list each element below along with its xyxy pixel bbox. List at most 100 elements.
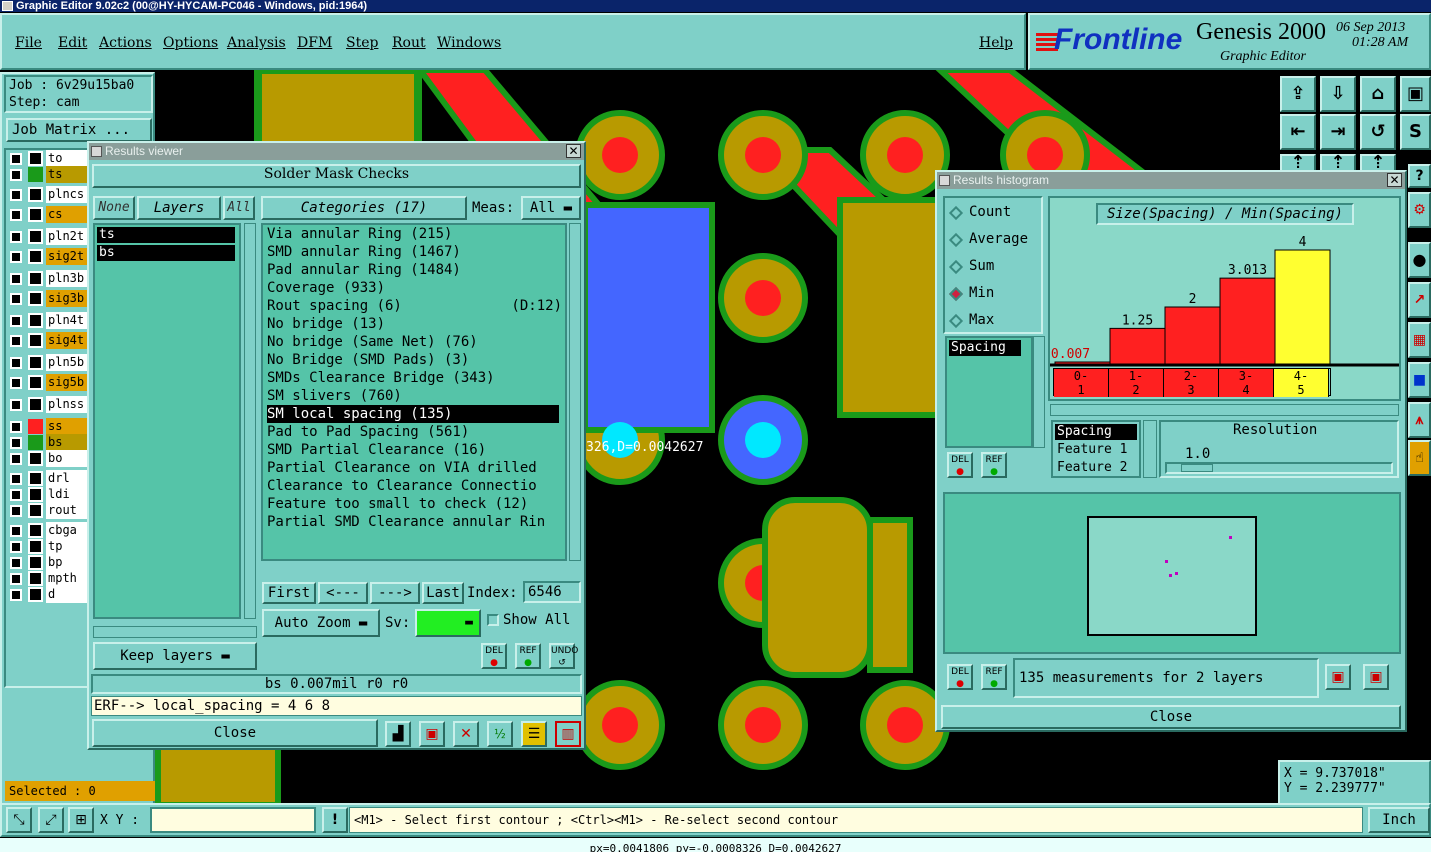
layer-swatch[interactable] <box>28 555 43 570</box>
layer-list-vscroll[interactable] <box>244 223 256 619</box>
hist-del-button-2[interactable]: DEL ● <box>947 664 973 690</box>
histogram-icon[interactable]: ▥ <box>555 721 581 747</box>
layer-checkbox[interactable] <box>10 541 22 553</box>
tool-measure-icon[interactable]: ⩚ <box>1408 402 1431 438</box>
category-list-vscroll[interactable] <box>569 223 581 561</box>
layer-swatch[interactable] <box>28 471 43 486</box>
layer-name[interactable]: bo <box>46 450 92 467</box>
layer-name[interactable]: rout <box>46 502 92 519</box>
layer-checkbox[interactable] <box>10 189 22 201</box>
layer-name[interactable]: sig3b <box>46 290 92 307</box>
layer-swatch[interactable] <box>28 229 43 244</box>
layer-swatch[interactable] <box>28 539 43 554</box>
xy-input[interactable] <box>150 807 316 833</box>
layer-list-hscroll[interactable] <box>93 626 257 638</box>
layer-swatch[interactable] <box>28 207 43 222</box>
keep-layers-dropdown[interactable]: Keep layers ▬ <box>93 642 257 670</box>
tool-help-icon[interactable]: ? <box>1408 164 1431 188</box>
close-icon[interactable]: ✕ <box>566 144 581 158</box>
layer-name[interactable]: pln4t <box>46 312 92 329</box>
layer-checkbox[interactable] <box>10 453 22 465</box>
layer-checkbox[interactable] <box>10 589 22 601</box>
window-icon[interactable] <box>2 1 13 11</box>
layer-name[interactable]: drl <box>46 470 92 487</box>
prev-button[interactable]: <--- <box>318 582 368 604</box>
layer-checkbox[interactable] <box>10 399 22 411</box>
menu-edit[interactable]: Edit <box>58 35 87 51</box>
category-item[interactable]: Coverage (933) <box>267 279 385 297</box>
layer-name[interactable]: mpth <box>46 570 92 587</box>
histogram-bar[interactable] <box>1109 327 1166 365</box>
layer-swatch[interactable] <box>28 271 43 286</box>
category-item[interactable]: Partial Clearance on VIA drilled <box>267 459 537 477</box>
layer-checkbox[interactable] <box>10 293 22 305</box>
layer-name[interactable]: d <box>46 586 92 603</box>
layer-swatch[interactable] <box>28 375 43 390</box>
auto-zoom-dropdown[interactable]: Auto Zoom ▬ <box>262 609 380 637</box>
del-button[interactable]: DEL ● <box>481 643 507 669</box>
layer-name[interactable]: sig5b <box>46 374 92 391</box>
index-field[interactable]: 6546 <box>523 581 581 603</box>
layer-name[interactable]: sig2t <box>46 248 92 265</box>
histogram-bin[interactable]: 1- 2 <box>1109 369 1164 397</box>
tool-grid-icon[interactable]: ▦ <box>1408 322 1431 358</box>
menu-options[interactable]: Options <box>163 35 218 51</box>
layer-checkbox[interactable] <box>10 525 22 537</box>
tool-dot-icon[interactable]: ● <box>1408 242 1431 278</box>
category-item[interactable]: SMDs Clearance Bridge (343) <box>267 369 495 387</box>
layer-swatch[interactable] <box>28 187 43 202</box>
close-icon[interactable]: ✕ <box>1387 173 1402 187</box>
category-item[interactable]: Rout spacing (6) (D:12) <box>267 297 562 315</box>
first-button[interactable]: First <box>262 582 316 604</box>
layer-swatch[interactable] <box>28 291 43 306</box>
chart-hscroll[interactable] <box>1050 404 1399 416</box>
menu-analysis[interactable]: Analysis <box>227 35 286 51</box>
feature-1[interactable]: Feature 1 <box>1055 442 1127 458</box>
category-item[interactable]: Via annular Ring (215) <box>267 225 452 243</box>
category-item[interactable]: Pad annular Ring (1484) <box>267 261 461 279</box>
layer-name[interactable]: plncs <box>46 186 92 203</box>
category-item[interactable]: No Bridge (SMD Pads) (3) <box>267 351 469 369</box>
tool-right-icon[interactable]: ⇥ <box>1320 114 1356 150</box>
layer-name[interactable]: to <box>46 150 92 167</box>
mode-count-radio[interactable] <box>948 205 964 221</box>
result-layer-ts[interactable]: ts <box>97 227 235 243</box>
tool-export-icon[interactable]: ⇪ <box>1280 76 1316 112</box>
category-item[interactable]: SM local spacing (135) <box>267 405 559 423</box>
layer-checkbox[interactable] <box>10 273 22 285</box>
layer-swatch[interactable] <box>28 419 43 434</box>
ref-button[interactable]: REF ● <box>515 643 541 669</box>
feature-spacing[interactable]: Spacing <box>1055 424 1137 440</box>
layer-swatch[interactable] <box>28 151 43 166</box>
layer-name[interactable]: bp <box>46 554 92 571</box>
layer-checkbox[interactable] <box>10 421 22 433</box>
layer-checkbox[interactable] <box>10 231 22 243</box>
tool-home-icon[interactable]: ⌂ <box>1360 76 1396 112</box>
histogram-bar[interactable] <box>1274 249 1331 365</box>
category-item[interactable]: SMD Partial Clearance (16) <box>267 441 486 459</box>
histogram-bar[interactable] <box>1219 277 1276 365</box>
layer-swatch[interactable] <box>28 487 43 502</box>
layer-name[interactable]: cbga <box>46 522 92 539</box>
results-close-button[interactable]: Close <box>92 719 378 747</box>
tool-import-icon[interactable]: ⇩ <box>1320 76 1356 112</box>
layer-name[interactable]: plnss <box>46 396 92 413</box>
layer-checkbox[interactable] <box>10 209 22 221</box>
ref-clear-icon[interactable]: ✕ <box>453 721 479 747</box>
layer-name[interactable]: tp <box>46 538 92 555</box>
export-chart-icon[interactable]: ▣ <box>1325 664 1351 690</box>
mode-max-radio[interactable] <box>948 313 964 329</box>
layer-checkbox[interactable] <box>10 473 22 485</box>
chart-icon[interactable]: ▟ <box>385 721 411 747</box>
menu-windows[interactable]: Windows <box>437 35 501 51</box>
layer-swatch[interactable] <box>28 397 43 412</box>
layer-name[interactable]: pln5b <box>46 354 92 371</box>
layer-checkbox[interactable] <box>10 153 22 165</box>
undo-button[interactable]: UNDO ↺ <box>549 643 578 669</box>
layers-none-button[interactable]: None <box>93 196 135 220</box>
category-item[interactable]: Clearance to Clearance Connectio <box>267 477 537 495</box>
layer-swatch[interactable] <box>28 313 43 328</box>
category-item[interactable]: Partial SMD Clearance annular Rin <box>267 513 545 531</box>
layer-checkbox[interactable] <box>10 377 22 389</box>
layer-checkbox[interactable] <box>10 169 22 181</box>
